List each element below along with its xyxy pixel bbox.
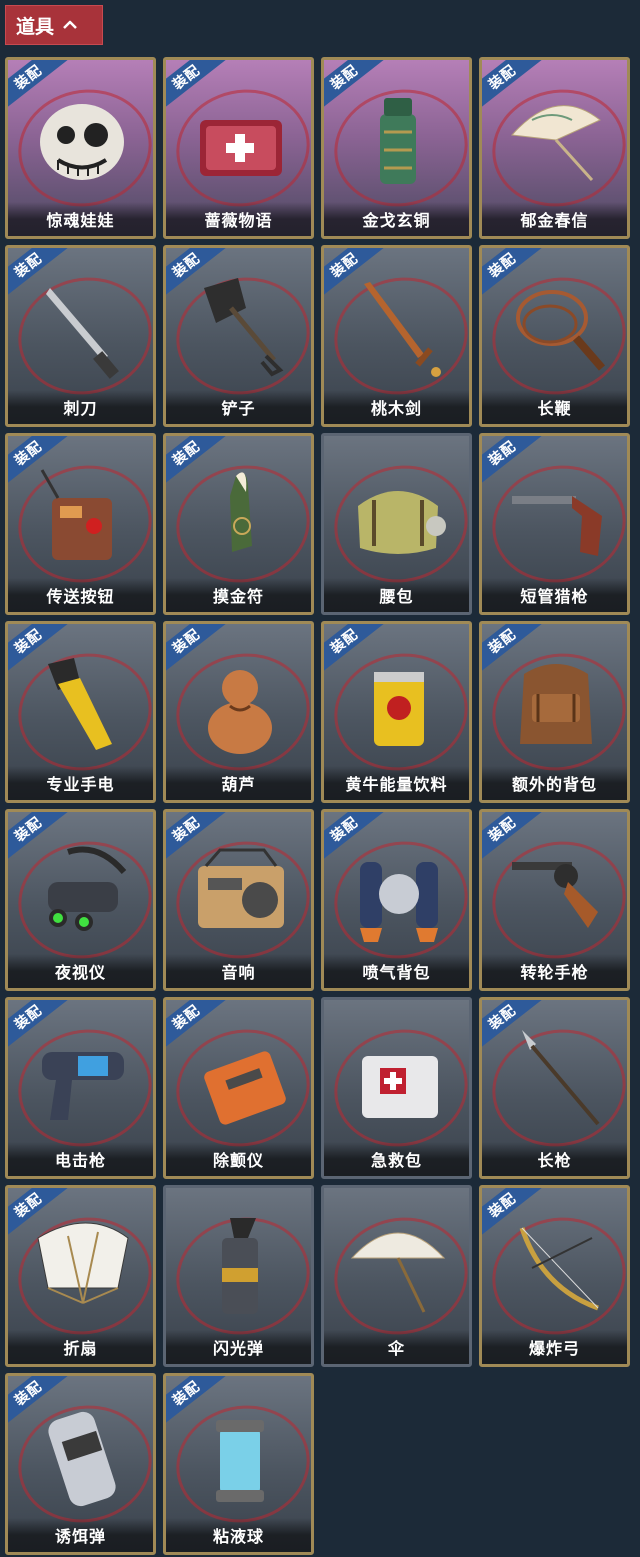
item-card[interactable]: 装配 葫芦: [163, 621, 314, 803]
item-name: 短管猎枪: [482, 578, 627, 612]
item-name: 闪光弹: [166, 1330, 311, 1364]
whip-icon: [516, 290, 606, 371]
folding-fan-icon: [37, 1222, 129, 1304]
item-card[interactable]: 急救包: [321, 997, 472, 1179]
item-name: 腰包: [324, 578, 469, 612]
item-name: 爆炸弓: [482, 1330, 627, 1364]
item-grid: 装配 惊魂娃娃 装配 蔷薇物语 装配 金戈玄铜 装配 郁金春信 装配 刺刀 装配 铲子 装配 桃木剑 装配长…: [5, 57, 630, 1555]
wooden-sword-icon: [364, 282, 441, 377]
revolver-icon: [512, 862, 598, 928]
item-card[interactable]: 装配 惊魂娃娃: [5, 57, 156, 239]
item-card[interactable]: 装配 音响: [163, 809, 314, 991]
item-name: 长枪: [482, 1142, 627, 1176]
item-name: 音响: [166, 954, 311, 988]
item-card[interactable]: 装配 短管猎枪: [479, 433, 630, 615]
item-card[interactable]: 装配 粘液球: [163, 1373, 314, 1555]
item-card[interactable]: 装配 夜视仪: [5, 809, 156, 991]
item-card[interactable]: 装配 郁金春信: [479, 57, 630, 239]
item-name: 额外的背包: [482, 766, 627, 800]
item-name: 除颤仪: [166, 1142, 311, 1176]
spear-icon: [522, 1030, 600, 1126]
teleport-remote-icon: [40, 469, 112, 560]
item-card[interactable]: 装配 金戈玄铜: [321, 57, 472, 239]
defibrillator-icon: [204, 1051, 286, 1125]
item-name: 蔷薇物语: [166, 202, 311, 236]
item-card[interactable]: 装配 刺刀: [5, 245, 156, 427]
item-name: 郁金春信: [482, 202, 627, 236]
item-card[interactable]: 装配 喷气背包: [321, 809, 472, 991]
jetpack-icon: [360, 862, 438, 942]
item-name: 折扇: [8, 1330, 153, 1364]
item-card[interactable]: 闪光弹: [163, 1185, 314, 1367]
night-vision-icon: [48, 846, 127, 931]
category-title: 道具: [16, 15, 55, 38]
item-name: 葫芦: [166, 766, 311, 800]
radio-icon: [198, 848, 284, 928]
item-card[interactable]: 装配 除颤仪: [163, 997, 314, 1179]
first-aid-kit-icon: [362, 1056, 438, 1118]
shotgun-icon: [512, 496, 602, 556]
shovel-icon: [204, 278, 284, 377]
item-card[interactable]: 装配 额外的背包: [479, 621, 630, 803]
talisman-icon: [230, 472, 252, 552]
item-name: 长鞭: [482, 390, 627, 424]
bow-icon: [519, 1227, 599, 1311]
items-category-tab[interactable]: 道具: [5, 5, 103, 45]
item-card[interactable]: 装配 铲子: [163, 245, 314, 427]
waist-bag-icon: [358, 491, 446, 554]
item-card[interactable]: 装配 长鞭: [479, 245, 630, 427]
bronze-grenade-icon: [380, 98, 416, 184]
item-card[interactable]: 装配 诱饵弹: [5, 1373, 156, 1555]
shock-gun-icon: [42, 1052, 124, 1120]
item-name: 粘液球: [166, 1518, 311, 1552]
item-card[interactable]: 装配 电击枪: [5, 997, 156, 1179]
item-card[interactable]: 装配 折扇: [5, 1185, 156, 1367]
medkit-case-icon: [200, 120, 282, 176]
energy-drink-icon: [374, 672, 424, 746]
slime-capsule-icon: [216, 1420, 264, 1502]
item-card[interactable]: 伞: [321, 1185, 472, 1367]
item-name: 转轮手枪: [482, 954, 627, 988]
item-card[interactable]: 装配 摸金符: [163, 433, 314, 615]
item-card[interactable]: 装配 蔷薇物语: [163, 57, 314, 239]
item-name: 电击枪: [8, 1142, 153, 1176]
decoy-grenade-icon: [48, 1411, 116, 1507]
gourd-icon: [208, 670, 272, 754]
item-card[interactable]: 装配 专业手电: [5, 621, 156, 803]
item-card[interactable]: 装配 传送按钮: [5, 433, 156, 615]
item-card[interactable]: 腰包: [321, 433, 472, 615]
item-name: 铲子: [166, 390, 311, 424]
item-card[interactable]: 装配 长枪: [479, 997, 630, 1179]
item-name: 桃木剑: [324, 390, 469, 424]
item-name: 刺刀: [8, 390, 153, 424]
item-name: 摸金符: [166, 578, 311, 612]
item-name: 传送按钮: [8, 578, 153, 612]
item-name: 伞: [324, 1330, 469, 1364]
backpack-icon: [520, 664, 592, 744]
item-card[interactable]: 装配 黄牛能量饮料: [321, 621, 472, 803]
item-name: 惊魂娃娃: [8, 202, 153, 236]
item-name: 夜视仪: [8, 954, 153, 988]
skull-doll-icon: [40, 104, 124, 180]
item-card[interactable]: 装配 爆炸弓: [479, 1185, 630, 1367]
item-name: 诱饵弹: [8, 1518, 153, 1552]
item-name: 专业手电: [8, 766, 153, 800]
item-name: 急救包: [324, 1142, 469, 1176]
item-name: 喷气背包: [324, 954, 469, 988]
chevron-up-icon: [63, 20, 77, 29]
item-card[interactable]: 装配 桃木剑: [321, 245, 472, 427]
item-name: 黄牛能量饮料: [324, 766, 469, 800]
parasol-icon: [510, 105, 601, 182]
bayonet-icon: [46, 288, 119, 379]
item-name: 金戈玄铜: [324, 202, 469, 236]
flashlight-icon: [48, 658, 112, 750]
item-card[interactable]: 装配 转轮手枪: [479, 809, 630, 991]
flashbang-icon: [222, 1218, 258, 1314]
umbrella-icon: [350, 1232, 446, 1313]
